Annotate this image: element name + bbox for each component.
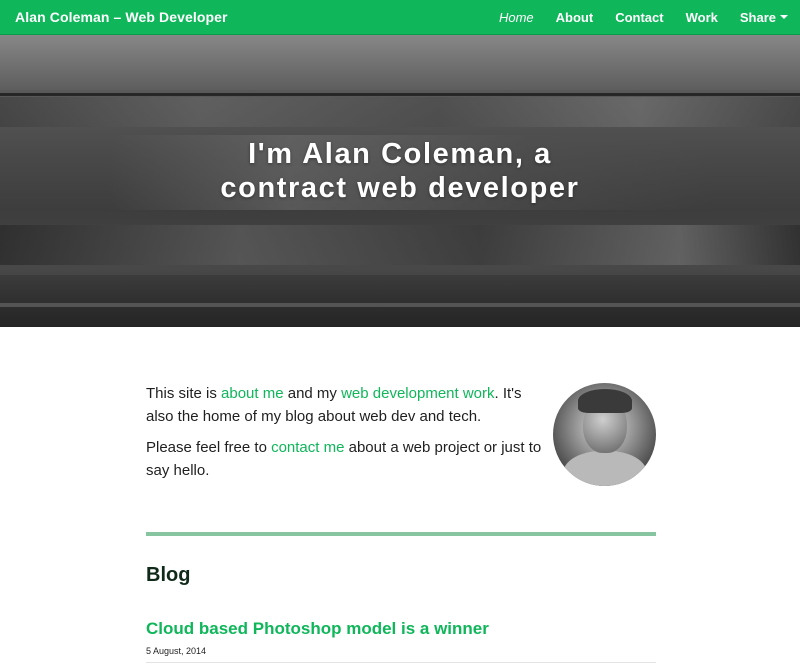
caret-down-icon xyxy=(780,15,788,19)
blog-post: Cloud based Photoshop model is a winner … xyxy=(146,619,656,663)
intro-text: This site is about me and my web develop… xyxy=(146,382,546,490)
hero-background-streak xyxy=(0,35,800,90)
intro-text-fragment: and my xyxy=(283,385,342,402)
main-nav: Home About Contact Work Share xyxy=(477,0,788,34)
about-me-link[interactable]: about me xyxy=(221,385,284,402)
navbar: Alan Coleman – Web Developer Home About … xyxy=(0,0,800,35)
intro-paragraph-1: This site is about me and my web develop… xyxy=(146,382,546,428)
web-development-work-link[interactable]: web development work xyxy=(341,385,494,402)
nav-link-work[interactable]: Work xyxy=(686,10,718,25)
section-divider xyxy=(146,532,656,536)
hero-title: I'm Alan Coleman, a contract web develop… xyxy=(220,138,580,204)
avatar-hair xyxy=(578,389,632,413)
blog-post-date: 5 August, 2014 xyxy=(146,646,207,656)
nav-link-home[interactable]: Home xyxy=(499,10,534,25)
avatar xyxy=(553,383,656,486)
intro-text-fragment: This site is xyxy=(146,385,222,402)
nav-share-label: Share xyxy=(739,9,776,25)
blog-post-rule xyxy=(146,662,656,663)
intro-text-fragment: Please feel free to xyxy=(146,439,272,456)
hero-background-streak xyxy=(0,275,800,327)
nav-link-contact[interactable]: Contact xyxy=(615,10,663,25)
hero-background-streak xyxy=(0,97,800,127)
hero-background-streak xyxy=(0,303,800,307)
intro-paragraph-2: Please feel free to contact me about a w… xyxy=(146,436,546,482)
hero-background-streak xyxy=(0,225,800,265)
contact-me-link[interactable]: contact me xyxy=(271,439,344,456)
site-brand-link[interactable]: Alan Coleman – Web Developer xyxy=(15,9,228,25)
avatar-shoulders xyxy=(563,451,647,486)
hero-banner: I'm Alan Coleman, a contract web develop… xyxy=(0,35,800,327)
blog-heading: Blog xyxy=(146,564,191,586)
main-content: This site is about me and my web develop… xyxy=(146,327,656,663)
hero-background-streak xyxy=(0,93,800,96)
blog-post-title-link[interactable]: Cloud based Photoshop model is a winner xyxy=(146,619,656,639)
intro-section: This site is about me and my web develop… xyxy=(146,327,656,532)
nav-dropdown-share[interactable]: Share xyxy=(740,10,788,25)
nav-link-about[interactable]: About xyxy=(556,10,594,25)
